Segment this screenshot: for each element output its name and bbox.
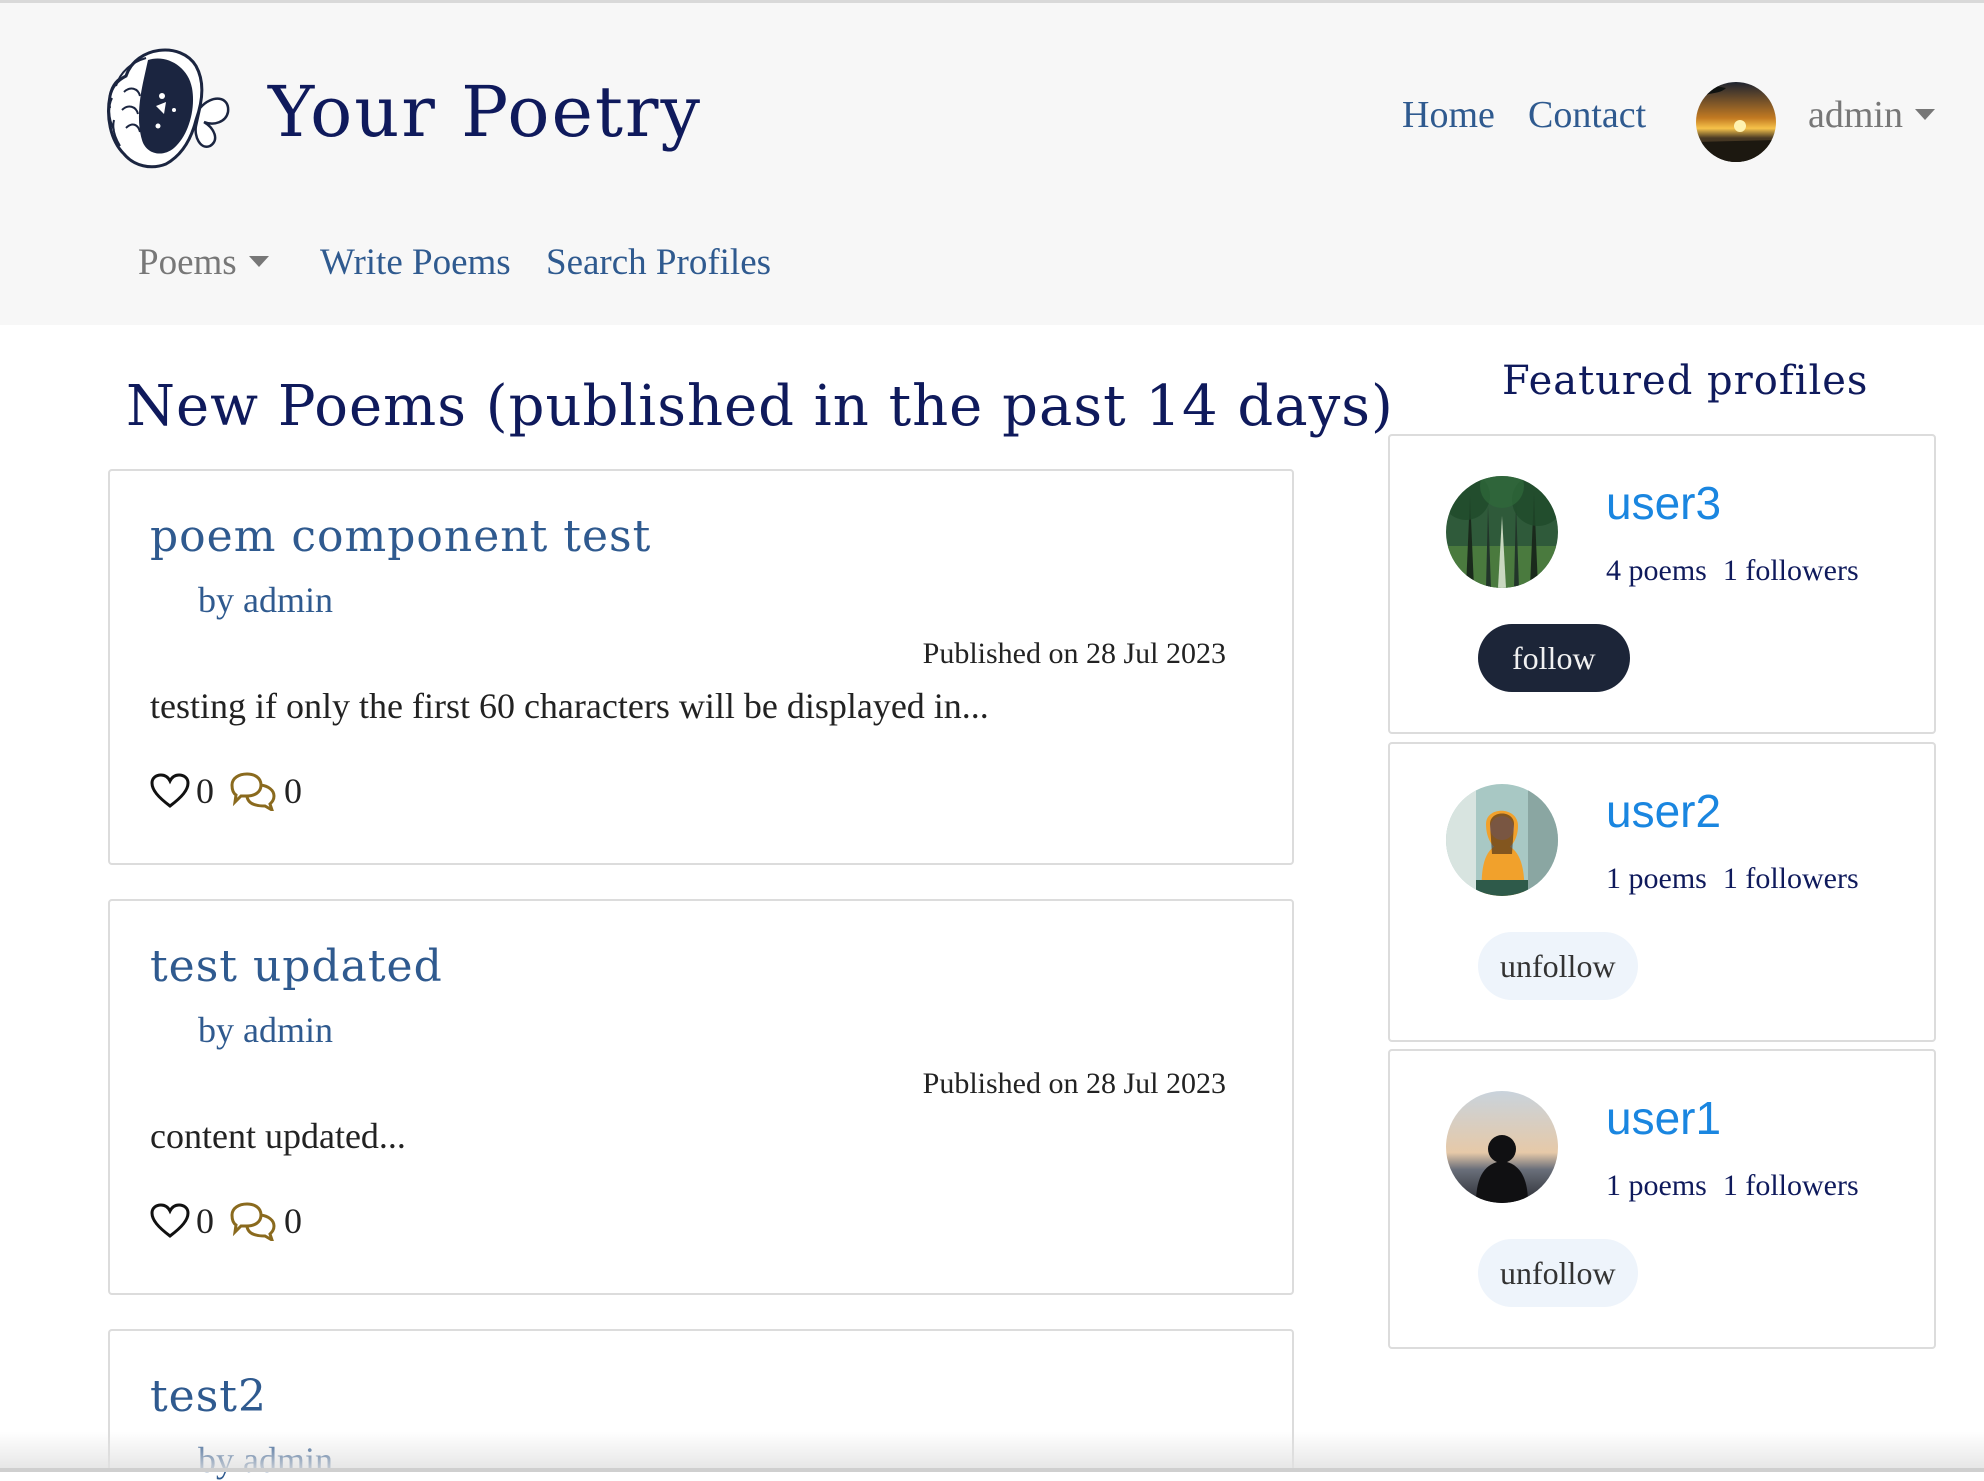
logo-icon[interactable] — [96, 36, 236, 172]
window-bottom-border — [0, 1468, 1984, 1472]
profile-stats: 4 poems 1 followers — [1606, 554, 1859, 588]
chat-bubbles-icon — [230, 772, 276, 811]
profile-poem-count: 1 poems — [1606, 1169, 1707, 1202]
like-count: 0 — [196, 1201, 214, 1241]
poems-dropdown-label: Poems — [138, 242, 237, 283]
unfollow-button[interactable]: unfollow — [1478, 932, 1638, 1000]
poem-author-link[interactable]: by admin — [198, 1009, 333, 1051]
heart-icon — [150, 1203, 190, 1238]
user-menu-dropdown[interactable]: admin — [1808, 93, 1935, 137]
site-header: Your Poetry Home Contact admin Poems Wri — [0, 3, 1984, 325]
poem-excerpt: content updated... — [150, 1116, 406, 1156]
profile-card: user3 4 poems 1 followers follow — [1388, 434, 1936, 734]
poem-stats: 0 0 — [150, 1199, 316, 1243]
profile-avatar[interactable] — [1446, 784, 1558, 896]
comment-count: 0 — [284, 771, 302, 811]
search-profiles-link[interactable]: Search Profiles — [546, 241, 771, 284]
window-bottom-fade — [0, 1432, 1984, 1472]
comment-count: 0 — [284, 1201, 302, 1241]
profile-card: user1 1 poems 1 followers unfollow — [1388, 1049, 1936, 1349]
poem-publish-date: Published on 28 Jul 2023 — [922, 1067, 1226, 1100]
profile-name-link[interactable]: user2 — [1606, 784, 1721, 838]
profile-card: user2 1 poems 1 followers unfollow — [1388, 742, 1936, 1042]
featured-profiles-heading: Featured profiles — [1502, 358, 1869, 404]
poem-title-link[interactable]: poem component test — [150, 511, 651, 562]
poem-stats: 0 0 — [150, 769, 316, 813]
nav-home-link[interactable]: Home — [1402, 93, 1495, 137]
chat-bubbles-icon — [230, 1202, 276, 1241]
follow-button[interactable]: follow — [1478, 624, 1630, 692]
comment-button[interactable]: 0 — [228, 770, 316, 812]
profile-avatar[interactable] — [1446, 476, 1558, 588]
profile-stats: 1 poems 1 followers — [1606, 1169, 1859, 1203]
profile-name-link[interactable]: user3 — [1606, 476, 1721, 530]
poems-dropdown[interactable]: Poems — [138, 241, 269, 284]
poem-excerpt: testing if only the first 60 characters … — [150, 686, 989, 726]
profile-follower-count: 1 followers — [1722, 1169, 1859, 1202]
caret-down-icon — [248, 256, 269, 268]
comment-button[interactable]: 0 — [228, 1200, 316, 1242]
poem-author-link[interactable]: by admin — [198, 579, 333, 621]
poem-card: poem component test by admin Published o… — [108, 469, 1294, 865]
profile-poem-count: 4 poems — [1606, 554, 1707, 587]
write-poems-link[interactable]: Write Poems — [320, 241, 511, 284]
user-menu-label: admin — [1808, 94, 1903, 136]
poem-publish-date: Published on 28 Jul 2023 — [922, 637, 1226, 670]
poem-title-link[interactable]: test2 — [150, 1371, 267, 1422]
profile-poem-count: 1 poems — [1606, 862, 1707, 895]
profile-avatar[interactable] — [1446, 1091, 1558, 1203]
profile-stats: 1 poems 1 followers — [1606, 862, 1859, 896]
poem-card: test updated by admin Published on 28 Ju… — [108, 899, 1294, 1295]
heart-icon — [150, 773, 190, 808]
like-count: 0 — [196, 771, 214, 811]
profile-follower-count: 1 followers — [1722, 554, 1859, 587]
profile-follower-count: 1 followers — [1722, 862, 1859, 895]
poem-title-link[interactable]: test updated — [150, 941, 443, 992]
like-button[interactable]: 0 — [150, 1200, 228, 1242]
unfollow-button[interactable]: unfollow — [1478, 1239, 1638, 1307]
like-button[interactable]: 0 — [150, 770, 228, 812]
user-avatar[interactable] — [1696, 82, 1776, 162]
caret-down-icon — [1914, 108, 1935, 120]
profile-name-link[interactable]: user1 — [1606, 1091, 1721, 1145]
nav-contact-link[interactable]: Contact — [1528, 93, 1646, 137]
site-title[interactable]: Your Poetry — [268, 71, 702, 153]
page-title: New Poems (published in the past 14 days… — [126, 374, 1394, 439]
